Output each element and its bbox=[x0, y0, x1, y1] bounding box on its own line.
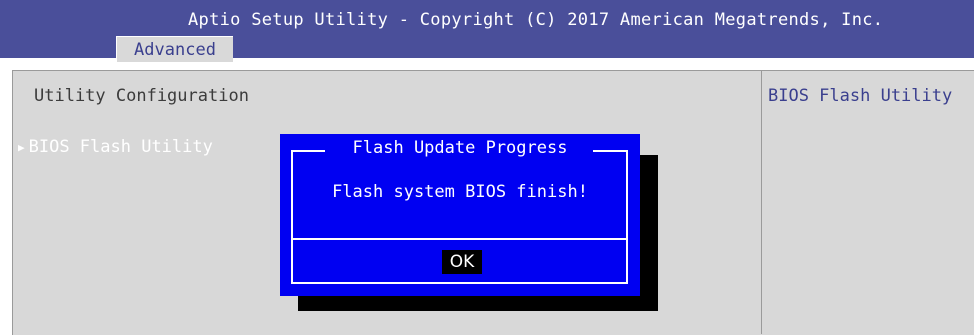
tab-advanced[interactable]: Advanced bbox=[116, 36, 233, 62]
flash-progress-dialog: Flash Update Progress Flash system BIOS … bbox=[280, 134, 640, 296]
menu-item-bios-flash-utility[interactable]: ▶ BIOS Flash Utility bbox=[18, 137, 213, 157]
right-triangle-icon: ▶ bbox=[18, 140, 25, 154]
header-bar: Aptio Setup Utility - Copyright (C) 2017… bbox=[0, 0, 974, 62]
menu-item-label: BIOS Flash Utility bbox=[28, 137, 213, 157]
dialog-frame-bottom bbox=[291, 282, 628, 284]
dialog-title: Flash Update Progress bbox=[352, 138, 568, 158]
dialog-message: Flash system BIOS finish! bbox=[332, 182, 588, 202]
dialog-frame-right bbox=[626, 150, 628, 284]
panel-divider bbox=[761, 70, 762, 334]
ok-button[interactable]: OK bbox=[442, 250, 482, 274]
dialog-separator bbox=[291, 238, 628, 240]
section-title: Utility Configuration bbox=[34, 86, 249, 106]
app-title: Aptio Setup Utility - Copyright (C) 2017… bbox=[188, 10, 884, 30]
help-text: BIOS Flash Utility bbox=[768, 86, 953, 106]
dialog-frame-left bbox=[291, 150, 293, 284]
